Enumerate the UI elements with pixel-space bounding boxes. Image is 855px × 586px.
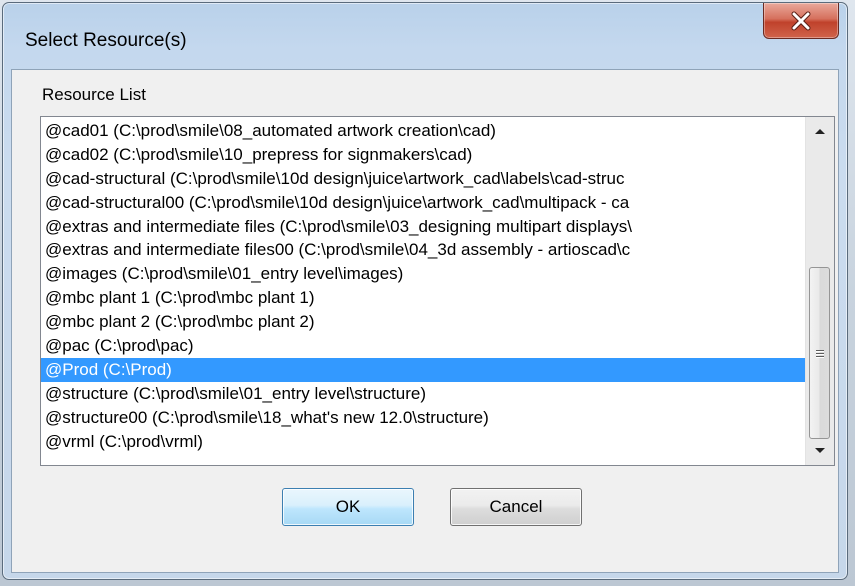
close-button[interactable] bbox=[763, 3, 839, 39]
select-resource-dialog: Select Resource(s) Resource List @cad01 … bbox=[2, 2, 848, 580]
list-item[interactable]: @structure (C:\prod\smile\01_entry level… bbox=[41, 382, 805, 406]
list-item[interactable]: @pac (C:\prod\pac) bbox=[41, 334, 805, 358]
scroll-up-arrow-icon bbox=[815, 129, 825, 134]
resource-list-items: @cad01 (C:\prod\smile\08_automated artwo… bbox=[41, 119, 805, 453]
cancel-button[interactable]: Cancel bbox=[450, 488, 582, 526]
dialog-title: Select Resource(s) bbox=[25, 30, 187, 51]
vertical-scrollbar[interactable] bbox=[805, 117, 834, 465]
list-item-selected[interactable]: @Prod (C:\Prod) bbox=[41, 357, 805, 382]
list-item[interactable]: @cad-structural (C:\prod\smile\10d desig… bbox=[41, 167, 805, 191]
list-item[interactable]: @cad-structural00 (C:\prod\smile\10d des… bbox=[41, 191, 805, 215]
scroll-down-arrow-icon bbox=[815, 448, 825, 453]
scroll-up-button[interactable] bbox=[806, 117, 834, 145]
close-icon bbox=[764, 3, 838, 38]
list-item[interactable]: @extras and intermediate files (C:\prod\… bbox=[41, 215, 805, 239]
scroll-grip-icon bbox=[810, 268, 829, 438]
resource-list[interactable]: @cad01 (C:\prod\smile\08_automated artwo… bbox=[40, 116, 835, 466]
ok-button[interactable]: OK bbox=[282, 488, 414, 526]
list-item[interactable]: @vrml (C:\prod\vrml) bbox=[41, 430, 805, 454]
scroll-down-button[interactable] bbox=[806, 437, 834, 465]
resource-list-label: Resource List bbox=[42, 85, 146, 104]
scroll-thumb[interactable] bbox=[809, 267, 830, 439]
list-item[interactable]: @mbc plant 2 (C:\prod\mbc plant 2) bbox=[41, 310, 805, 334]
list-item[interactable]: @cad02 (C:\prod\smile\10_prepress for si… bbox=[41, 143, 805, 167]
list-item[interactable]: @mbc plant 1 (C:\prod\mbc plant 1) bbox=[41, 286, 805, 310]
dialog-client-area: Resource List @cad01 (C:\prod\smile\08_a… bbox=[11, 69, 839, 573]
list-item[interactable]: @extras and intermediate files00 (C:\pro… bbox=[41, 238, 805, 262]
list-item[interactable]: @cad01 (C:\prod\smile\08_automated artwo… bbox=[41, 119, 805, 143]
list-item[interactable]: @structure00 (C:\prod\smile\18_what's ne… bbox=[41, 406, 805, 430]
list-item[interactable]: @images (C:\prod\smile\01_entry level\im… bbox=[41, 262, 805, 286]
title-bar[interactable]: Select Resource(s) bbox=[3, 3, 847, 69]
